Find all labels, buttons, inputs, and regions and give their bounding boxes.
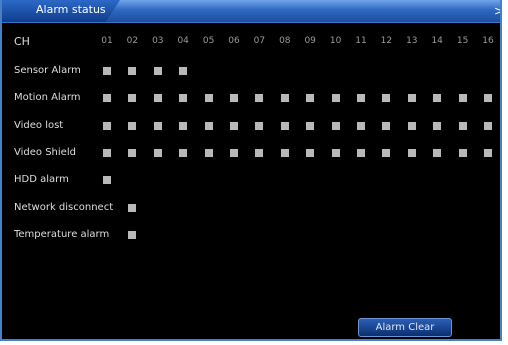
alarm-indicator [357,148,365,157]
alarm-indicator [255,148,264,157]
close-icon[interactable]: > [494,4,500,18]
alarm-indicator [103,67,111,75]
title-bar: Alarm status > [2,0,500,23]
alarm-indicator [382,148,391,157]
alarm-indicator [179,148,188,157]
channel-number: 05 [202,36,215,46]
alarm-indicator [484,94,492,103]
alarm-row-label: Network disconnect [14,201,114,213]
alarm-indicator [103,148,111,157]
alarm-indicator [331,148,340,157]
alarm-indicator [306,148,315,157]
channel-number: 07 [253,36,266,46]
alarm-indicator [153,121,162,130]
alarm-grid: CH 01 02 03 04 05 06 07 08 09 10 11 12 13 14 15 16 Sens… [2,22,500,339]
alarm-indicator [484,121,492,130]
alarm-row-label: Motion Alarm [14,92,81,104]
alarm-indicator [382,94,391,103]
alarm-indicator [230,94,238,103]
alarm-indicator [230,121,238,130]
alarm-indicator [103,121,111,130]
alarm-status-window: Alarm status > CH 01 02 03 04 05 06 07 08 09 10 11… [0,0,502,341]
alarm-indicator [255,94,264,103]
channel-number: 14 [431,36,443,46]
alarm-indicator [407,94,416,103]
alarm-clear-button[interactable]: Alarm Clear [358,318,452,337]
alarm-indicator [255,121,264,130]
channel-number: 08 [279,36,291,46]
alarm-indicator [331,121,340,130]
channel-number: 11 [355,36,367,46]
ch-header-label: CH [14,35,30,48]
channel-number: 16 [482,36,494,46]
channel-number: 03 [152,36,164,46]
channel-number: 12 [380,36,393,46]
channel-number: 01 [101,36,113,46]
alarm-indicator [484,148,492,157]
alarm-indicator [433,121,442,130]
alarm-indicator [128,121,137,130]
alarm-indicator [204,148,213,157]
alarm-row-label: Video Shield [14,146,76,158]
alarm-row-label: HDD alarm [14,174,69,186]
alarm-indicator [179,67,188,75]
channel-number: 15 [456,36,469,46]
alarm-indicator [357,94,365,103]
alarm-indicator [433,148,442,157]
alarm-indicator [407,148,416,157]
channel-number: 09 [304,36,316,46]
alarm-indicator [357,121,365,130]
alarm-indicator [179,94,188,103]
channel-number: 02 [126,36,139,46]
alarm-indicator [153,94,162,103]
alarm-indicator [458,94,467,103]
alarm-indicator [280,148,289,157]
channel-number: 10 [329,36,342,46]
alarm-row-label: Temperature alarm [14,228,110,240]
alarm-indicator [306,121,315,130]
alarm-indicator [331,94,340,103]
alarm-indicator [128,94,137,103]
window-title: Alarm status [36,3,106,16]
alarm-row-label: Video lost [14,119,64,131]
alarm-indicator [280,121,289,130]
alarm-indicator [458,148,467,157]
alarm-indicator [230,148,238,157]
alarm-indicator [103,176,111,185]
alarm-indicator [382,121,391,130]
alarm-indicator [153,148,162,157]
alarm-indicator [433,94,442,103]
alarm-indicator [204,94,213,103]
alarm-row-label: Sensor Alarm [14,65,81,76]
alarm-indicator [407,121,416,130]
alarm-indicator [128,230,137,239]
alarm-indicator [280,94,289,103]
alarm-indicator [128,148,137,157]
alarm-indicator [128,203,137,212]
alarm-indicator [179,121,188,130]
alarm-indicator [204,121,213,130]
alarm-indicator [128,67,137,75]
channel-number: 04 [177,36,189,46]
alarm-indicator [306,94,315,103]
alarm-indicator [153,67,162,75]
channel-number: 06 [228,36,240,46]
channel-number: 13 [406,36,418,46]
alarm-indicator [103,94,111,103]
alarm-indicator [458,121,467,130]
